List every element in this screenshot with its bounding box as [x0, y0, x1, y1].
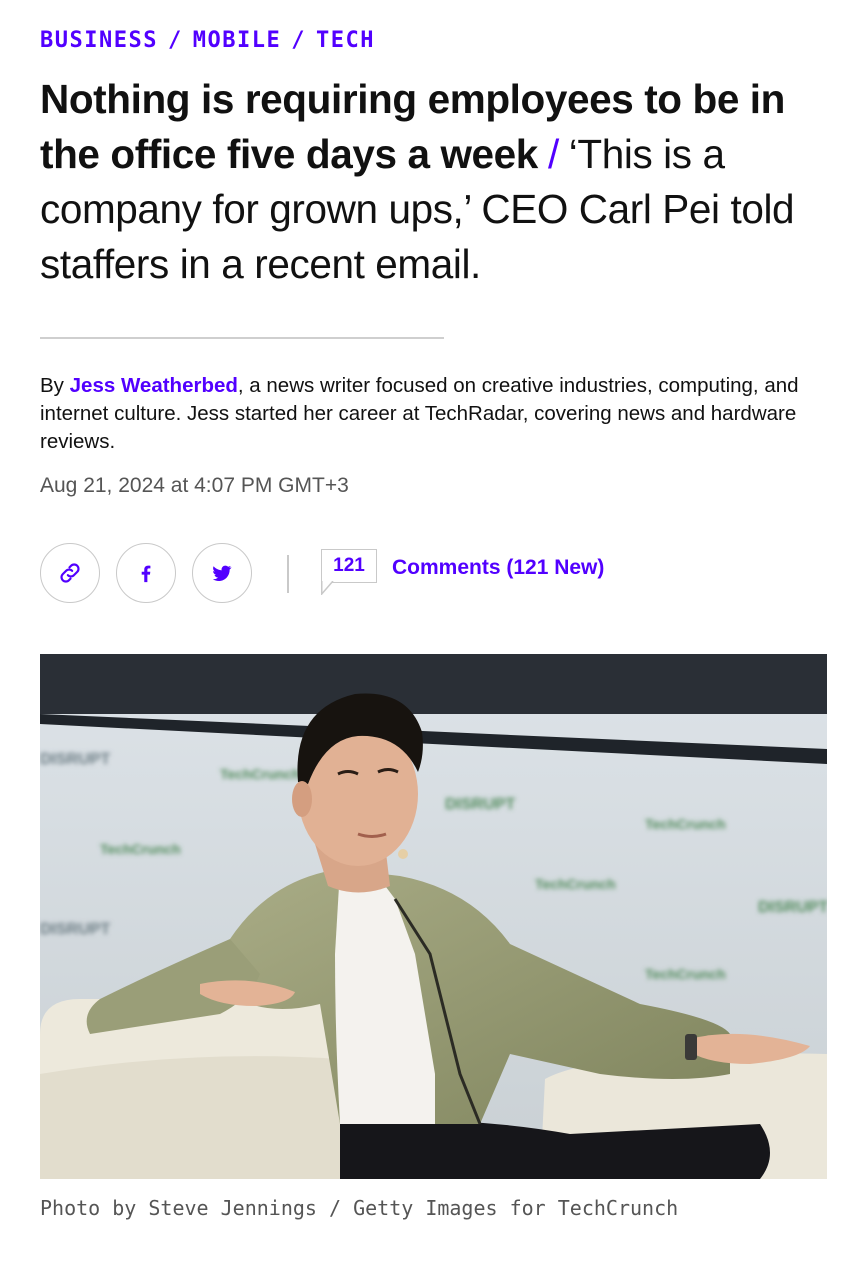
- comment-count-badge[interactable]: 121: [321, 549, 379, 595]
- breadcrumb-item-mobile[interactable]: MOBILE: [193, 28, 281, 53]
- comment-count: 121: [321, 549, 377, 583]
- byline-prefix: By: [40, 374, 64, 397]
- svg-text:TechCrunch: TechCrunch: [220, 766, 301, 782]
- photo-caption: Photo by Steve Jennings / Getty Images f…: [40, 1196, 679, 1220]
- svg-text:TechCrunch: TechCrunch: [645, 966, 726, 982]
- facebook-share-button[interactable]: [116, 543, 176, 603]
- svg-text:DISRUPT: DISRUPT: [40, 921, 110, 938]
- facebook-icon: [135, 561, 157, 585]
- author-link[interactable]: Jess Weatherbed: [70, 374, 238, 397]
- breadcrumb-item-tech[interactable]: TECH: [316, 28, 375, 53]
- copy-link-button[interactable]: [40, 543, 100, 603]
- svg-text:DISRUPT: DISRUPT: [758, 899, 827, 916]
- svg-text:DISRUPT: DISRUPT: [40, 751, 110, 768]
- share-row: 121 Comments (121 New): [40, 543, 830, 605]
- headline-separator: /: [547, 131, 559, 177]
- svg-text:DISRUPT: DISRUPT: [445, 796, 515, 813]
- divider: [40, 337, 444, 339]
- twitter-icon: [210, 562, 234, 584]
- share-divider: [287, 555, 289, 593]
- comments-link[interactable]: Comments (121 New): [392, 556, 604, 580]
- publish-timestamp: Aug 21, 2024 at 4:07 PM GMT+3: [40, 474, 349, 497]
- breadcrumb: BUSINESS / MOBILE / TECH: [40, 28, 375, 53]
- svg-text:TechCrunch: TechCrunch: [645, 816, 726, 832]
- svg-text:TechCrunch: TechCrunch: [100, 841, 181, 857]
- breadcrumb-separator: /: [291, 28, 306, 53]
- breadcrumb-item-business[interactable]: BUSINESS: [40, 28, 158, 53]
- speaker-on-stage-image: DISRUPT DISRUPT TechCrunch TechCrunch Te…: [40, 654, 827, 1179]
- byline: By Jess Weatherbed, a news writer focuse…: [40, 372, 830, 456]
- twitter-share-button[interactable]: [192, 543, 252, 603]
- headline: Nothing is requiring employees to be in …: [40, 72, 830, 292]
- speech-bubble-tail-icon: [321, 581, 334, 595]
- link-icon: [57, 560, 83, 586]
- svg-text:TechCrunch: TechCrunch: [535, 876, 616, 892]
- hero-photo: DISRUPT DISRUPT TechCrunch TechCrunch Te…: [40, 654, 827, 1179]
- breadcrumb-separator: /: [167, 28, 183, 53]
